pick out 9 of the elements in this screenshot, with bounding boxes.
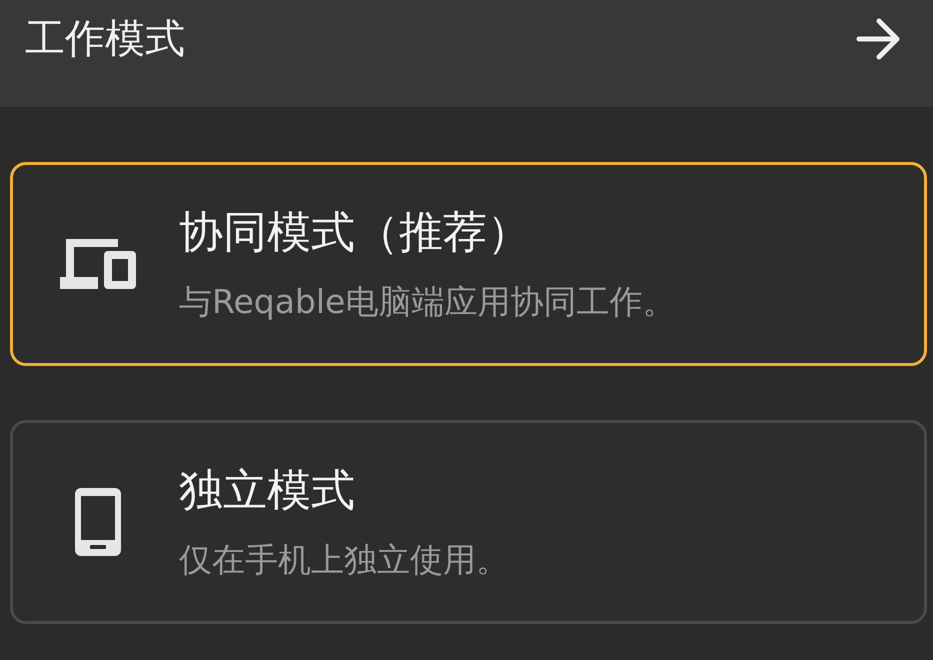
phone-icon — [75, 488, 121, 556]
mode-title: 独立模式 — [179, 464, 356, 518]
mode-description: 与Reqable电脑端应用协同工作。 — [179, 281, 676, 323]
mode-title: 协同模式（推荐） — [179, 206, 532, 260]
app-bar-title: 工作模式 — [25, 15, 185, 64]
mode-option[interactable]: 独立模式 仅在手机上独立使用。 — [10, 420, 927, 624]
mode-option[interactable]: 协同模式（推荐） 与Reqable电脑端应用协同工作。 — [10, 162, 927, 366]
mode-description: 仅在手机上独立使用。 — [179, 539, 509, 581]
devices-icon — [60, 237, 136, 291]
